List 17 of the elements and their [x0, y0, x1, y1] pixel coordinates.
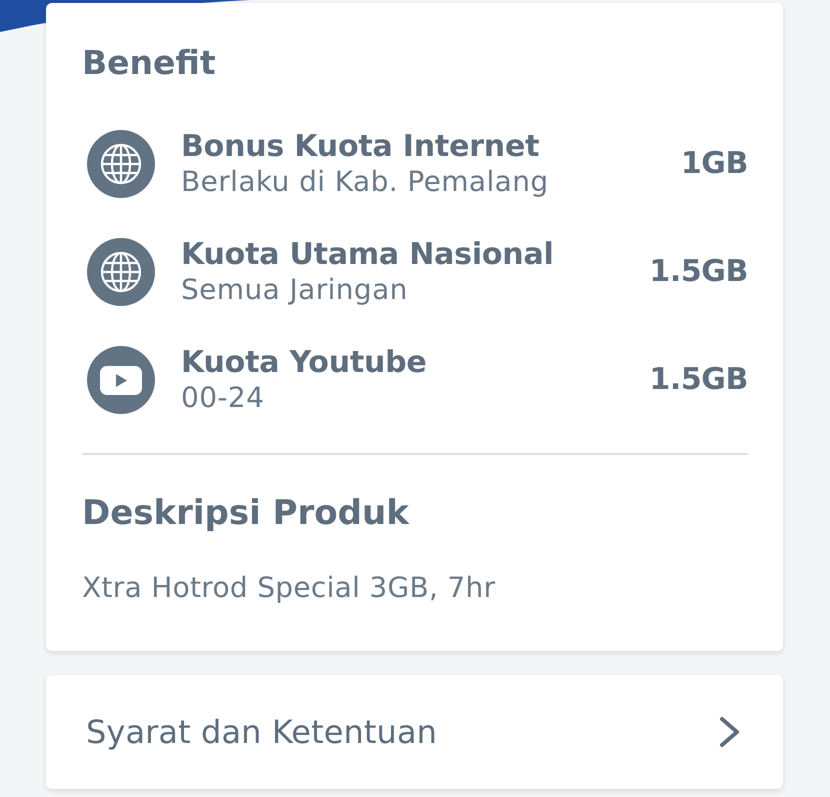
globe-icon: [87, 238, 155, 306]
play-icon: [87, 346, 155, 414]
product-description: Xtra Hotrod Special 3GB, 7hr: [82, 571, 496, 605]
section-title: Deskripsi Produk: [82, 493, 410, 533]
globe-icon: [87, 130, 155, 198]
section-title: Benefit: [82, 43, 217, 83]
quota-amount: 1.5GB: [649, 254, 748, 290]
benefit-name: Kuota Utama Nasional: [181, 237, 554, 273]
quota-amount: 1GB: [680, 146, 748, 182]
terms-link[interactable]: Syarat dan Ketentuan: [46, 675, 783, 789]
benefit-note: Semua Jaringan: [181, 273, 408, 307]
benefit-name: Kuota Youtube: [181, 345, 427, 381]
chevron-right-icon: [719, 716, 741, 748]
benefit-name: Bonus Kuota Internet: [181, 129, 540, 165]
quota-amount: 1.5GB: [649, 362, 748, 398]
benefit-note: Berlaku di Kab. Pemalang: [181, 165, 549, 199]
benefit-note: 00-24: [181, 381, 264, 415]
